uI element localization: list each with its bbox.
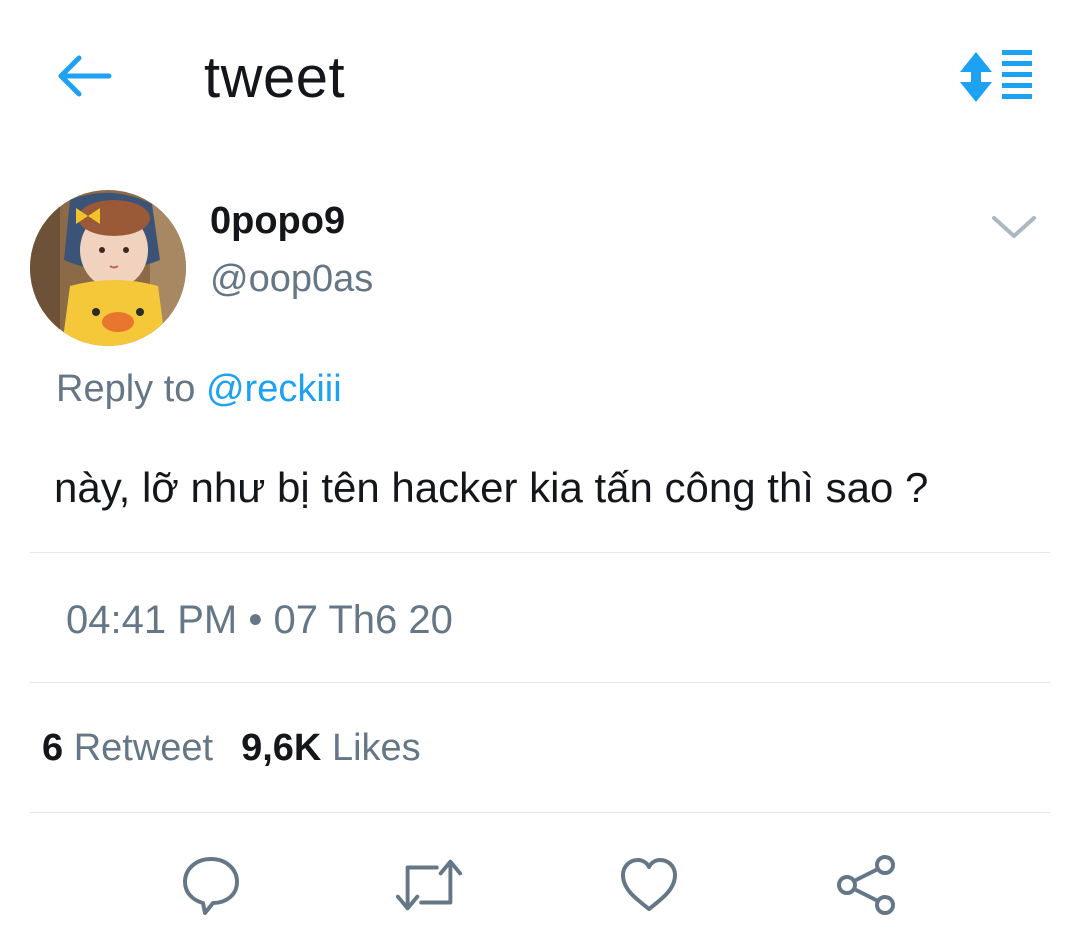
- share-button[interactable]: [832, 850, 902, 920]
- chevron-down-icon: [992, 216, 1036, 238]
- likes-count: 9,6K: [241, 727, 322, 769]
- timestamp-separator: •: [248, 598, 263, 642]
- avatar[interactable]: [30, 190, 186, 346]
- retweet-icon: [395, 859, 463, 911]
- avatar-image: [30, 190, 186, 346]
- author-display-name[interactable]: 0popo9: [210, 196, 345, 246]
- divider: [30, 812, 1050, 813]
- reply-mention-link[interactable]: @reckiii: [206, 368, 342, 410]
- tweet-detail-screen: tweet 0popo9 @oop0as Reply to @reckiii n…: [0, 0, 1080, 944]
- retweets-count: 6: [42, 727, 64, 769]
- timestamp-date: 07 Th6 20: [273, 598, 453, 642]
- back-button[interactable]: [52, 48, 118, 104]
- author-handle[interactable]: @oop0as: [210, 254, 373, 304]
- sort-button[interactable]: [956, 46, 1036, 108]
- like-button[interactable]: [614, 850, 684, 920]
- retweets-label: Retweet: [73, 727, 214, 769]
- reply-prefix: Reply to: [56, 368, 206, 410]
- retweets-stat[interactable]: 6 Retweet: [42, 727, 213, 769]
- likes-label: Likes: [331, 727, 421, 769]
- like-icon: [621, 858, 677, 911]
- page-title: tweet: [204, 45, 346, 110]
- likes-stat[interactable]: 9,6K Likes: [241, 727, 421, 769]
- reply-context: Reply to @reckiii: [56, 364, 342, 414]
- tweet-text: này, lỡ như bị tên hacker kia tấn công t…: [54, 464, 929, 511]
- retweet-button[interactable]: [394, 850, 464, 920]
- divider: [30, 552, 1050, 553]
- tweet-stats: 6 Retweet 9,6K Likes: [42, 722, 421, 774]
- timestamp-time: 04:41 PM: [66, 598, 238, 642]
- reply-icon: [183, 857, 239, 915]
- share-icon: [837, 855, 895, 915]
- arrow-left-icon: [58, 55, 112, 97]
- more-options-button[interactable]: [986, 206, 1042, 250]
- tweet-timestamp: 04:41 PM • 07 Th6 20: [66, 594, 453, 646]
- sort-list-icon: [960, 50, 1032, 102]
- divider: [30, 682, 1050, 683]
- reply-button[interactable]: [176, 850, 246, 920]
